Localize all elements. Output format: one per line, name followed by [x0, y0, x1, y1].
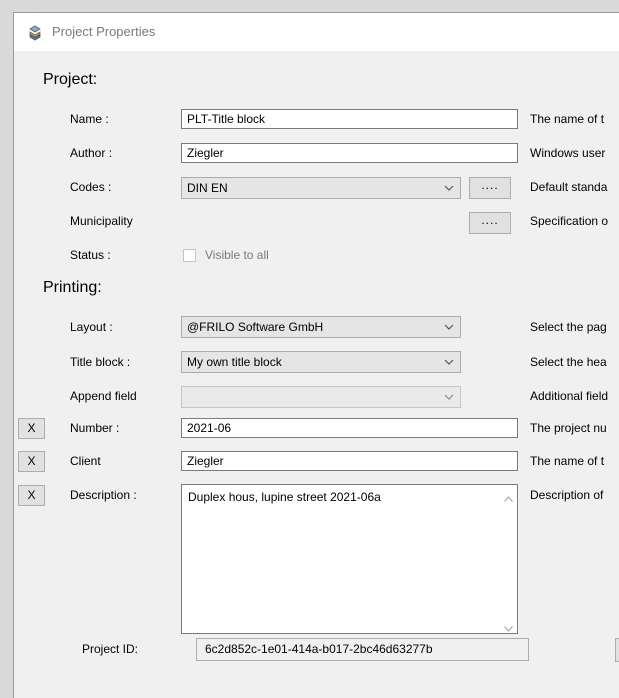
codes-description: Default standa [530, 180, 608, 194]
municipality-description: Specification o [530, 214, 609, 228]
window-title: Project Properties [52, 24, 156, 39]
chevron-down-icon [444, 321, 454, 335]
author-field[interactable]: Ziegler [181, 143, 518, 163]
description-scrollbar[interactable] [500, 485, 517, 633]
codes-value: DIN EN [187, 181, 228, 195]
chevron-down-icon [444, 182, 454, 196]
codes-browse-button[interactable]: .... [469, 177, 511, 199]
append-field-description: Additional field [530, 389, 609, 403]
project-id-field: 6c2d852c-1e01-414a-b017-2bc46d63277b [196, 638, 529, 661]
description-remove-button[interactable]: X [18, 485, 45, 506]
title-bar: Project Properties [14, 13, 619, 51]
number-field[interactable]: 2021-06 [181, 418, 518, 438]
client-description: The name of t [530, 454, 605, 468]
scroll-down-icon[interactable] [504, 621, 513, 635]
title-block-label: Title block : [70, 355, 131, 369]
layout-label: Layout : [70, 320, 113, 334]
layout-description: Select the pag [530, 320, 607, 334]
project-properties-window: Project Properties Project: Name : PLT-T… [13, 12, 619, 698]
append-field-select[interactable] [181, 386, 461, 408]
municipality-browse-button[interactable]: .... [469, 212, 511, 234]
number-description: The project nu [530, 421, 607, 435]
name-field[interactable]: PLT-Title block [181, 109, 518, 129]
client-remove-button[interactable]: X [18, 451, 45, 472]
title-block-description: Select the hea [530, 355, 607, 369]
municipality-label: Municipality [70, 214, 133, 228]
chevron-down-icon [444, 356, 454, 370]
chevron-down-icon [444, 391, 454, 405]
properties-form: Project: Name : PLT-Title block The name… [14, 51, 619, 698]
append-field-label: Append field [70, 389, 137, 403]
partial-button[interactable] [615, 638, 619, 662]
visible-to-all-label: Visible to all [205, 248, 269, 262]
printing-heading: Printing: [43, 279, 102, 296]
codes-select[interactable]: DIN EN [181, 177, 461, 199]
layout-value: @FRILO Software GmbH [187, 320, 324, 334]
title-block-select[interactable]: My own title block [181, 351, 461, 373]
codes-label: Codes : [70, 180, 112, 194]
project-heading: Project: [43, 71, 98, 88]
client-field[interactable]: Ziegler [181, 451, 518, 471]
project-icon [27, 25, 43, 44]
author-label: Author : [70, 146, 113, 160]
description-field[interactable]: Duplex hous, lupine street 2021-06a [181, 484, 518, 634]
status-label: Status : [70, 248, 111, 262]
description-value: Duplex hous, lupine street 2021-06a [188, 490, 381, 504]
title-block-value: My own title block [187, 355, 282, 369]
project-id-label: Project ID: [82, 642, 139, 656]
name-label: Name : [70, 112, 109, 126]
author-description: Windows user [530, 146, 606, 160]
layout-select[interactable]: @FRILO Software GmbH [181, 316, 461, 338]
number-label: Number : [70, 421, 120, 435]
scroll-up-icon[interactable] [504, 491, 513, 505]
name-description: The name of t [530, 112, 605, 126]
client-label: Client [70, 454, 101, 468]
description-description: Description of [530, 488, 604, 502]
number-remove-button[interactable]: X [18, 418, 45, 439]
description-label: Description : [70, 488, 137, 502]
visible-to-all-checkbox[interactable] [183, 249, 196, 262]
